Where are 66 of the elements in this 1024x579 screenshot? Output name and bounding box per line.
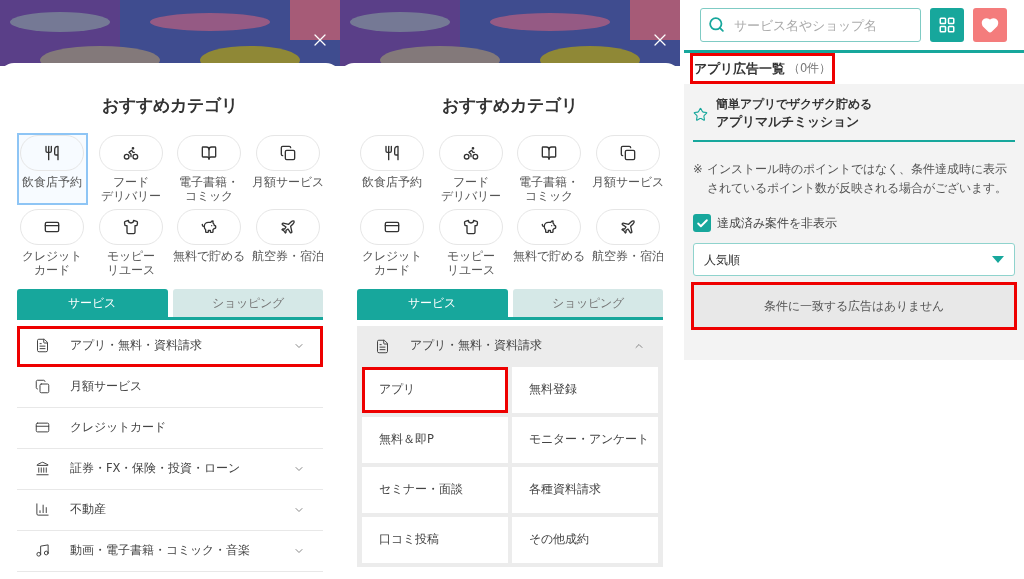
card-icon	[35, 420, 50, 435]
search-field[interactable]: サービス名やショップ名	[700, 8, 921, 42]
menu-label: 月額サービス	[70, 377, 143, 395]
menu-label: アプリ・無料・資料請求	[410, 337, 543, 355]
submenu-item[interactable]: セミナー・面談	[362, 466, 508, 513]
menu-label: 動画・電子書籍・コミック・音楽	[70, 541, 251, 559]
category-chip[interactable]: 飲食店予約	[17, 132, 88, 205]
section-title: おすすめカテゴリ	[442, 94, 578, 117]
menu-label: クレジットカード	[70, 418, 167, 436]
bank-icon	[35, 461, 50, 476]
note-mark: ※	[693, 161, 704, 178]
search-icon	[708, 16, 725, 33]
star-icon	[693, 106, 708, 122]
checkbox-label[interactable]: 達成済み案件を非表示	[717, 214, 837, 232]
utensils-icon	[44, 144, 61, 161]
copy-icon	[35, 379, 50, 394]
favorite-button[interactable]	[973, 8, 1007, 42]
heart-icon	[981, 16, 999, 34]
plane-icon	[619, 218, 636, 235]
menu-item[interactable]: アプリ・無料・資料請求	[357, 325, 663, 367]
piggy-bank-icon	[201, 218, 218, 235]
menu-item[interactable]: クレジットカード	[17, 407, 323, 449]
copy-icon	[619, 144, 636, 161]
shirt-icon	[122, 218, 139, 235]
copy-icon	[279, 144, 296, 161]
checkbox[interactable]	[693, 214, 711, 232]
page-heading: アプリ広告一覧 （0件）	[690, 53, 836, 84]
category-grid-button[interactable]	[930, 8, 964, 42]
bar-chart-icon	[35, 502, 50, 517]
bicycle-icon	[122, 144, 139, 161]
dropdown-triangle-icon	[992, 255, 1004, 264]
shirt-icon	[462, 218, 479, 235]
submenu-item[interactable]: 各種資料請求	[512, 466, 658, 513]
section-subtitle: 簡単アプリでザクザク貯める	[716, 96, 872, 113]
document-icon	[375, 338, 390, 354]
plane-icon	[279, 218, 296, 235]
menu-label: 証券・FX・保険・投資・ローン	[70, 459, 242, 477]
menu-label: 不動産	[70, 500, 107, 518]
note-text: インストール時のポイントではなく、条件達成時に表示されているポイント数が反映される場合がございます。	[707, 161, 1008, 197]
check-icon	[695, 216, 709, 230]
tab[interactable]: ショッピング	[172, 288, 323, 317]
submenu-item[interactable]: 無料登録	[512, 366, 658, 413]
menu-item[interactable]: 動画・電子書籍・コミック・音楽	[17, 530, 323, 572]
section-title: アプリマルチミッション	[716, 113, 860, 132]
submenu-item[interactable]: 無料＆即P	[362, 416, 508, 463]
piggy-bank-icon	[541, 218, 558, 235]
submenu-item[interactable]: アプリ	[362, 366, 508, 413]
grid-icon	[938, 16, 956, 34]
menu-label: アプリ・無料・資料請求	[70, 336, 203, 354]
menu-item[interactable]: 不動産	[17, 489, 323, 531]
bicycle-icon	[462, 144, 479, 161]
utensils-icon	[384, 144, 401, 161]
menu-item[interactable]: 月額サービス	[17, 366, 323, 408]
submenu-item[interactable]: その他成約	[512, 516, 658, 563]
submenu-item[interactable]: モニター・アンケート	[512, 416, 658, 463]
section-title: おすすめカテゴリ	[102, 94, 238, 117]
book-icon	[541, 144, 558, 161]
document-icon	[35, 338, 50, 353]
sort-dropdown[interactable]: 人気順	[693, 243, 1015, 276]
book-icon	[201, 144, 218, 161]
empty-message: 条件に一致する広告はありません	[693, 284, 1015, 328]
submenu-item[interactable]: 口コミ投稿	[362, 516, 508, 563]
menu-item[interactable]: アプリ・無料・資料請求	[17, 325, 323, 367]
tab[interactable]: ショッピング	[512, 288, 663, 317]
music-icon	[35, 543, 50, 558]
menu-item[interactable]: 証券・FX・保険・投資・ローン	[17, 448, 323, 490]
